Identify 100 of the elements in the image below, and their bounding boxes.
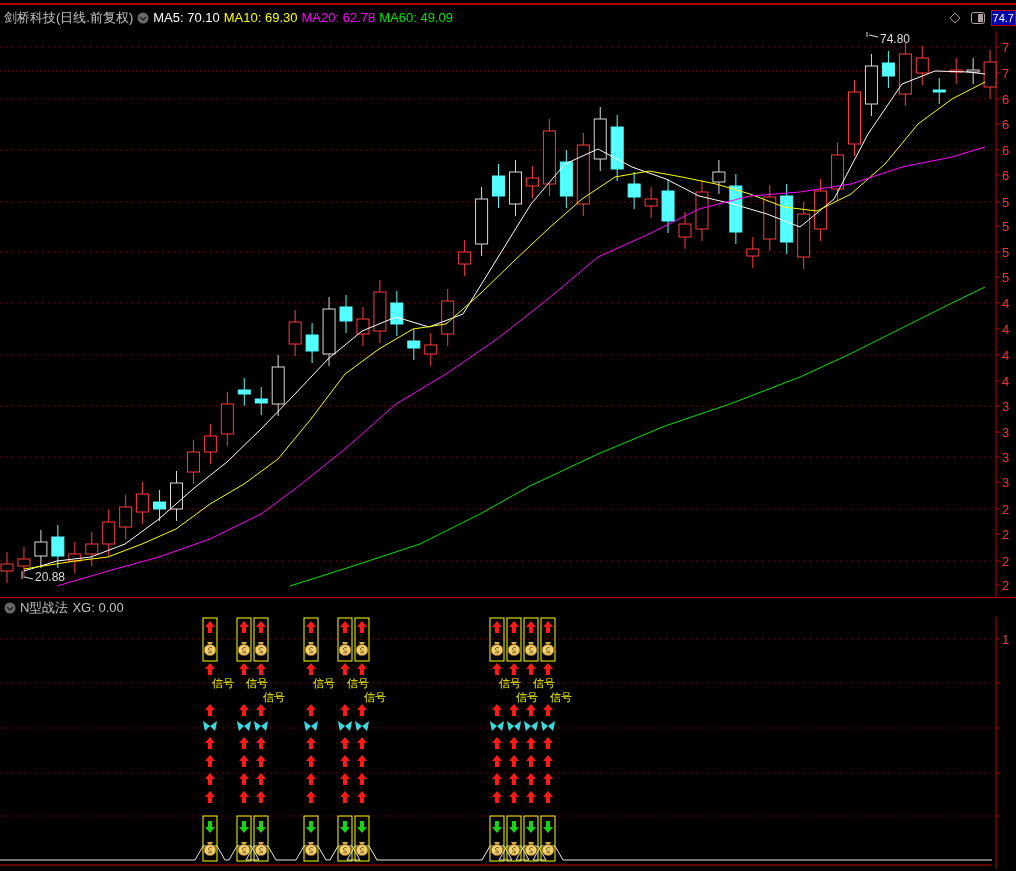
candlestick — [322, 296, 336, 367]
candlestick — [831, 142, 845, 202]
butterfly-icon — [541, 721, 555, 731]
up-arrow-icon — [492, 621, 502, 633]
signal-label: 信号 — [516, 691, 538, 703]
axis-label: 7 — [1002, 40, 1010, 55]
candlestick — [678, 211, 692, 250]
candlestick — [475, 186, 489, 257]
circle-icon[interactable] — [137, 12, 150, 24]
money-bag-icon — [254, 642, 268, 656]
down-arrow-icon — [239, 821, 249, 833]
candlestick — [0, 551, 14, 584]
axis-label: 4 — [1002, 296, 1010, 311]
signal-frame — [489, 617, 505, 662]
ma-value: MA5: 70.10 — [153, 9, 220, 28]
panel-toggle-icon[interactable] — [970, 12, 985, 24]
butterfly-icon — [524, 721, 538, 731]
signal-label: 信号 — [263, 691, 285, 703]
money-bag-icon — [507, 642, 521, 656]
up-arrow-icon — [306, 755, 316, 767]
up-arrow-icon — [509, 773, 519, 785]
circle-icon[interactable] — [4, 601, 16, 614]
signal-frame — [303, 617, 319, 662]
candlestick — [407, 328, 421, 361]
diamond-icon[interactable] — [948, 12, 961, 24]
up-arrow-icon — [306, 773, 316, 785]
signal-frame — [253, 617, 269, 662]
candlestick — [170, 470, 183, 522]
candlestick — [119, 494, 133, 540]
leader-line — [21, 570, 34, 580]
up-arrow-icon — [357, 791, 367, 803]
up-arrow-icon — [357, 755, 367, 767]
candlestick — [610, 114, 624, 182]
signal-frame — [236, 815, 252, 862]
axis-label: 7 — [1002, 66, 1010, 81]
money-bag-icon — [203, 842, 217, 856]
axis-label: 2 — [1002, 527, 1010, 542]
up-arrow-icon — [509, 704, 519, 716]
up-arrow-icon — [239, 737, 249, 749]
up-arrow-icon — [306, 737, 316, 749]
signal-label: 信号 — [347, 677, 369, 689]
candlestick — [424, 332, 438, 367]
butterfly-icon — [507, 721, 521, 731]
signal-frame — [506, 617, 522, 662]
candlestick — [136, 481, 150, 525]
butterfly-icon — [304, 721, 318, 731]
up-arrow-icon — [526, 663, 536, 675]
up-arrow-icon — [239, 755, 249, 767]
money-bag-icon — [304, 642, 318, 656]
candlestick — [339, 294, 353, 334]
up-arrow-icon — [526, 791, 536, 803]
butterfly-icon — [355, 721, 369, 731]
candlestick — [661, 178, 675, 234]
money-bag-icon — [254, 842, 268, 856]
money-bag-icon — [507, 842, 521, 856]
candlestick — [881, 50, 895, 89]
butterfly-icon — [490, 721, 504, 731]
up-arrow-icon — [492, 737, 502, 749]
signal-frame — [202, 617, 218, 662]
axis-label: 6 — [1002, 168, 1010, 183]
low-price-label: 20.88 — [35, 570, 66, 584]
up-arrow-icon — [340, 704, 350, 716]
axis-label: 5 — [1002, 195, 1010, 210]
up-arrow-icon — [340, 755, 350, 767]
money-bag-icon — [237, 642, 251, 656]
down-arrow-icon — [357, 821, 367, 833]
up-arrow-icon — [239, 704, 249, 716]
up-arrow-icon — [205, 737, 215, 749]
up-arrow-icon — [205, 773, 215, 785]
up-arrow-icon — [205, 621, 215, 633]
axis-label: 3 — [1002, 475, 1010, 490]
money-bag-icon — [524, 842, 538, 856]
candlestick — [85, 531, 99, 567]
signal-frame — [253, 815, 269, 862]
butterfly-icon — [338, 721, 352, 731]
up-arrow-icon — [526, 621, 536, 633]
down-arrow-icon — [256, 821, 266, 833]
high-price-label: 74.80 — [880, 32, 911, 46]
axis-label: 4 — [1002, 348, 1010, 363]
up-arrow-icon — [205, 755, 215, 767]
axis-label: 6 — [1002, 117, 1010, 132]
candlestick — [153, 489, 167, 522]
axis-label: 2 — [1002, 554, 1010, 569]
candlestick — [525, 165, 539, 199]
candlestick — [373, 279, 387, 344]
candlestick — [237, 377, 251, 407]
up-arrow-icon — [509, 621, 519, 633]
down-arrow-icon — [340, 821, 350, 833]
candlestick — [593, 106, 607, 172]
up-arrow-icon — [509, 663, 519, 675]
axis-label: 3 — [1002, 399, 1010, 414]
butterfly-icon — [254, 721, 268, 731]
candlestick — [356, 306, 370, 347]
signal-frame — [303, 815, 319, 862]
signal-frame — [523, 617, 539, 662]
up-arrow-icon — [256, 737, 266, 749]
ma-value: MA10: 69.30 — [223, 9, 298, 28]
up-arrow-icon — [256, 755, 266, 767]
candlestick — [220, 391, 234, 447]
signal-frame — [540, 617, 556, 662]
